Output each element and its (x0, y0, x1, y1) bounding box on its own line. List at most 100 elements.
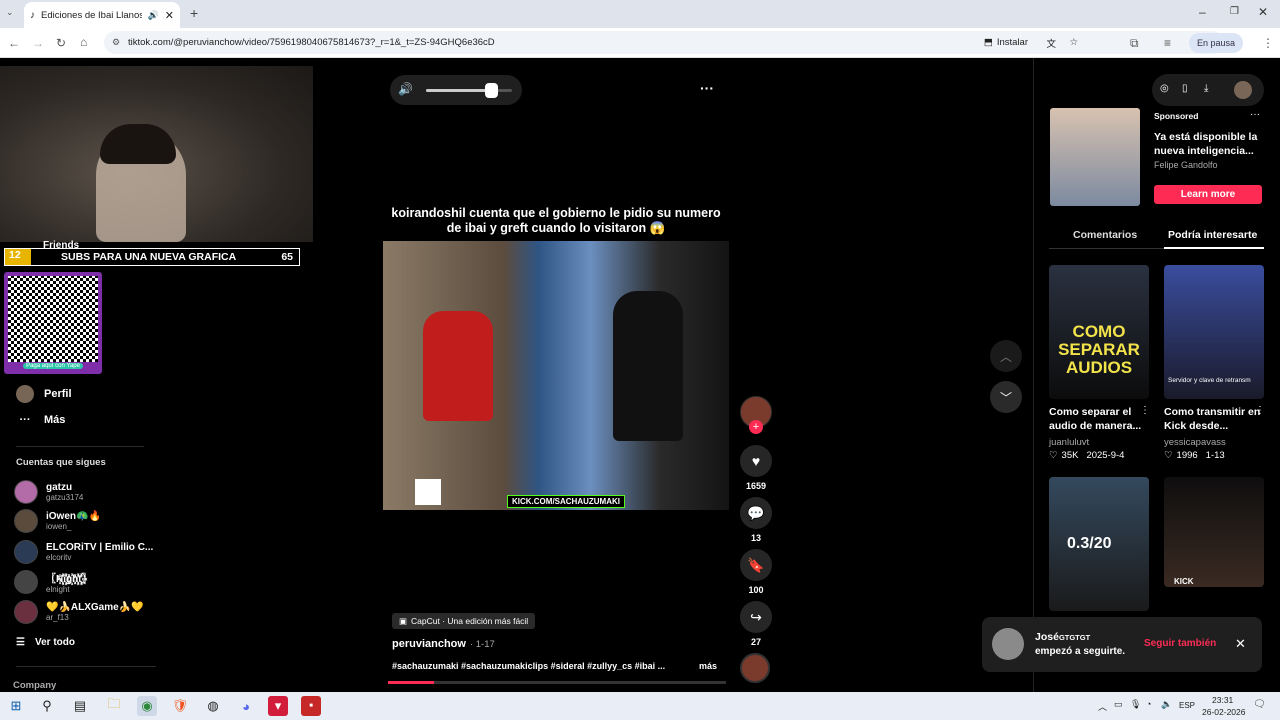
install-button[interactable]: ⬒ Instalar (984, 37, 1028, 48)
recommendation-thumb[interactable]: KICK (1164, 477, 1264, 587)
tab-list-icon[interactable]: ⌄ (6, 7, 14, 18)
speaker-icon[interactable]: 🔈 (1161, 699, 1172, 710)
see-all-link[interactable]: ☰ Ver todo (16, 637, 75, 648)
ad-title[interactable]: Ya está disponible la nueva inteligencia… (1154, 130, 1258, 158)
maximize-icon[interactable]: ❐ (1230, 6, 1239, 17)
account-name: 💛🍌ALXGame🍌💛 (46, 602, 144, 613)
download-icon[interactable]: ⤓ (1204, 83, 1208, 94)
ad-options-icon[interactable]: ··· (1250, 109, 1260, 120)
learn-more-button[interactable]: Learn more (1154, 185, 1262, 204)
tab-interest[interactable]: Podría interesarte (1168, 229, 1257, 241)
recommendation-options-icon[interactable]: ⋮ (1255, 405, 1265, 416)
recommendation-thumb[interactable]: Servidor y clave de retransm (1164, 265, 1264, 399)
ad-thumbnail[interactable] (1050, 108, 1140, 206)
wifi-icon[interactable]: ◔ (1146, 699, 1151, 709)
volume-track[interactable] (426, 89, 512, 92)
recommendation-thumb[interactable]: 0.3/20 (1049, 477, 1149, 611)
tab-comments[interactable]: Comentarios (1073, 229, 1137, 241)
following-account[interactable]: iOwen🦚🔥 iowen_ (14, 509, 101, 533)
video-options-icon[interactable]: ··· (700, 80, 714, 96)
notification-user[interactable]: JoséGTGTGT (1035, 631, 1090, 643)
browser-toolbar: ← → ↻ ⌂ ⚙ tiktok.com/@peruvianchow/video… (0, 28, 1280, 58)
close-window-icon[interactable]: ✕ (1258, 5, 1268, 19)
reload-icon[interactable]: ↻ (56, 36, 66, 50)
hashtags[interactable]: #sachauzumaki #sachauzumakiclips #sidera… (392, 661, 682, 671)
clock-date[interactable]: 26-02-2026 (1202, 707, 1245, 717)
media-control-icon[interactable]: ≡ (1164, 36, 1171, 50)
windows-start-icon[interactable]: ⊞ (6, 696, 26, 716)
volume-knob[interactable] (484, 83, 498, 98)
audio-icon[interactable]: 🔊 (148, 10, 159, 21)
translate-icon[interactable]: 文 (1046, 36, 1056, 50)
bookmark-icon: 🔖 (747, 556, 765, 573)
search-icon[interactable]: ⚲ (37, 696, 57, 716)
following-account[interactable]: 💛🍌ALXGame🍌💛 ar_f13 (14, 600, 144, 624)
clock-time[interactable]: 23:31 (1212, 695, 1233, 705)
next-video-button[interactable]: ﹀ (990, 381, 1022, 413)
top-actions: ◎ ▯ ⤓ (1152, 74, 1264, 106)
notifications-icon[interactable]: 🗨 (1253, 699, 1266, 710)
author-name[interactable]: peruvianchow (392, 638, 466, 650)
user-avatar[interactable] (1234, 81, 1252, 99)
qr-caption: Paga aquí con Yape (23, 363, 83, 369)
profile-paused-button[interactable]: En pausa (1189, 33, 1244, 53)
comment-button[interactable]: 💬 (740, 497, 772, 529)
tray-chevron-icon[interactable]: ︿ (1098, 700, 1107, 713)
capcut-anchor[interactable]: ▣ CapCut · Una edición más fácil (392, 613, 536, 629)
mic-icon[interactable]: 🎙 (1130, 699, 1141, 710)
install-icon: ⬒ (983, 37, 993, 48)
stream-app-icon[interactable]: ■ (301, 696, 321, 716)
minimize-icon[interactable]: – (1199, 5, 1206, 19)
app-icon[interactable]: ▾ (268, 696, 288, 716)
following-account[interactable]: 〖N꙰i꙰g꙰h꙰t꙰〗 elnight (14, 570, 92, 594)
browser-tab[interactable]: ♪ Ediciones de Ibai Llanos y P 🔊 ✕ (24, 2, 180, 28)
language-indicator[interactable]: ESP (1179, 701, 1195, 710)
list-icon: ☰ (16, 637, 25, 648)
explore-icon[interactable]: ◎ (1160, 83, 1169, 94)
following-account[interactable]: ELCORiTV | Emilio C... elcoritv (14, 540, 153, 564)
more-link[interactable]: más (699, 661, 717, 671)
following-account[interactable]: gatzu gatzu3174 (14, 480, 83, 504)
music-disc-icon[interactable] (740, 653, 770, 683)
save-button[interactable]: 🔖 (740, 549, 772, 581)
prev-video-button[interactable]: ︿ (990, 340, 1022, 372)
nav-more[interactable]: ··· Más (16, 414, 66, 426)
follower-avatar[interactable] (992, 628, 1024, 660)
company-link[interactable]: Company (13, 680, 56, 691)
obs-icon[interactable]: ◍ (203, 696, 223, 716)
share-count: 27 (750, 637, 761, 647)
back-icon[interactable]: ← (8, 36, 20, 50)
thumb-overlay-text: KICK (1174, 577, 1194, 586)
discord-icon[interactable]: ◕ (236, 696, 256, 716)
forward-icon[interactable]: → (32, 36, 44, 50)
share-button[interactable]: ↪ (740, 601, 772, 633)
chrome-icon[interactable]: ◉ (137, 696, 157, 716)
recommendation-options-icon[interactable]: ⋮ (1140, 405, 1150, 416)
file-explorer-icon[interactable]: 🗀 (104, 696, 124, 716)
menu-kebab-icon[interactable]: ⋮ (1262, 36, 1274, 50)
extensions-icon[interactable]: ⧉ (1130, 36, 1139, 51)
task-view-icon[interactable]: ▤ (70, 696, 90, 716)
device-icon[interactable]: ▯ (1182, 83, 1188, 94)
network-icon[interactable]: ▭ (1114, 699, 1123, 710)
bookmark-star-icon[interactable]: ☆ (1069, 37, 1078, 48)
follow-back-button[interactable]: Seguir también (1144, 638, 1216, 649)
new-tab-icon[interactable]: + (190, 5, 198, 21)
brave-icon[interactable]: 🛡 (170, 696, 190, 716)
recommendation-thumb[interactable]: COMO SEPARAR AUDIOS (1049, 265, 1149, 399)
follow-plus-icon[interactable]: + (749, 420, 763, 434)
video-player[interactable]: KICK.COM/SACHAUZUMAKI (383, 241, 729, 510)
recommendation-title[interactable]: Como transmitir en Kick desde... (1164, 405, 1264, 433)
volume-icon[interactable]: 🔊 (398, 82, 413, 96)
progress-track[interactable] (388, 681, 726, 684)
home-icon[interactable]: ⌂ (80, 35, 87, 49)
like-button[interactable]: ♥ (740, 445, 772, 477)
volume-control[interactable]: 🔊 (390, 75, 522, 105)
site-info-icon[interactable]: ⚙ (112, 37, 120, 48)
heart-outline-icon: ♡ (1164, 450, 1173, 461)
nav-profile[interactable]: Perfil (16, 385, 72, 403)
close-tab-icon[interactable]: ✕ (165, 9, 174, 22)
recommendation-title[interactable]: Como separar el audio de manera... (1049, 405, 1149, 433)
close-notification-icon[interactable]: ✕ (1235, 636, 1246, 652)
address-bar[interactable]: ⚙ tiktok.com/@peruvianchow/video/7596198… (104, 31, 1224, 54)
